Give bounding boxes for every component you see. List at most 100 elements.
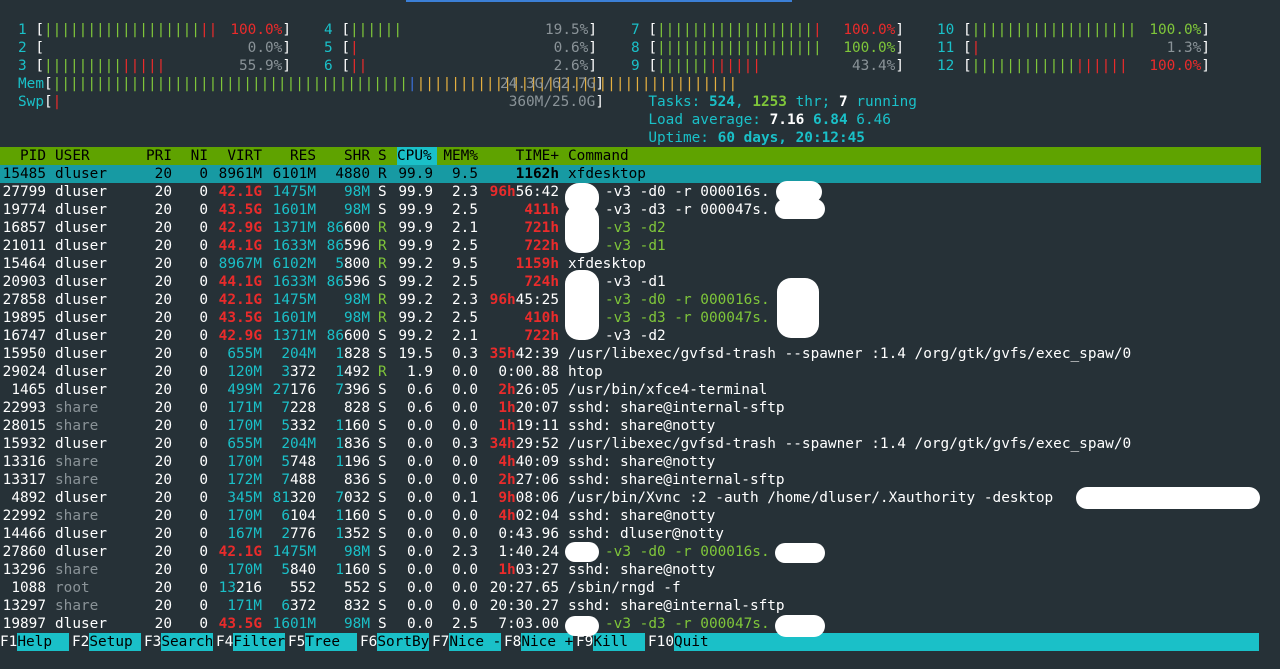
cell-shr: 1196 — [335, 454, 370, 470]
cpu-meter-5: 5 [| 0.6%] — [324, 40, 597, 56]
cell-s: R — [378, 256, 387, 272]
fkey-key: F3 — [144, 634, 162, 650]
process-row[interactable]: 19774 dluser 20 0 43.5G 1601M 98M S 99.9 2.5 411h -… — [0, 201, 1261, 219]
fkey-search-button[interactable]: F3Search — [144, 633, 214, 651]
cpu-bar-user: ||||||||||||||||||| — [971, 22, 1137, 38]
cell-res: 3372 — [281, 364, 316, 380]
column-header-shr[interactable]: SHR — [322, 147, 370, 165]
cell-ni: 0 — [199, 166, 208, 182]
process-row[interactable]: 20903 dluser 20 0 44.1G 1633M 86596 S 99.2 2.5 724… — [0, 273, 1261, 291]
cell-user: share — [55, 508, 99, 524]
cell-ni: 0 — [199, 202, 208, 218]
cpu-meter-4: 4 [|||||| 19.5%] — [324, 22, 597, 38]
cell-user: dluser — [55, 238, 107, 254]
fkey-setup-button[interactable]: F2Setup — [72, 633, 142, 651]
column-header-virt[interactable]: VIRT — [214, 147, 262, 165]
cell-pid: 21011 — [2, 238, 46, 254]
cell-time: 410h — [524, 310, 559, 326]
cell-pri: 20 — [154, 436, 172, 452]
cpu-bar-system: |||||| — [1075, 58, 1128, 74]
cell-time: 4h02:04 — [498, 508, 559, 524]
cell-user: dluser — [55, 382, 107, 398]
cell-cmd: -v3 -d0 -r 000016s. — [605, 544, 770, 560]
process-row[interactable]: 15950 dluser 20 0 655M 204M 1828 S 19.5 0.3 35h42:… — [0, 345, 1261, 363]
column-header-res[interactable]: RES — [268, 147, 316, 165]
process-row[interactable]: 29024 dluser 20 0 120M 3372 1492 R 1.9 0.0 0:00.88… — [0, 363, 1261, 381]
cell-res: 7228 — [281, 400, 316, 416]
process-row[interactable]: 16747 dluser 20 0 42.9G 1371M 86600 S 99.2 2.1 722… — [0, 327, 1261, 345]
cell-user: dluser — [55, 292, 107, 308]
process-row[interactable]: 27860 dluser 20 0 42.1G 1475M 98M S 0.0 2.3 1:40.2… — [0, 543, 1261, 561]
fkey-tree-button[interactable]: F5Tree — [288, 633, 358, 651]
process-table-header[interactable]: PID USER PRI NI VIRT RES SHR S CPU% MEM% TIME+ Comm… — [0, 147, 1261, 165]
fkey-nice-button[interactable]: F8Nice + — [504, 633, 574, 651]
cell-pid: 4892 — [11, 490, 46, 506]
process-row[interactable]: 1465 dluser 20 0 499M 27176 7396 S 0.6 0.0 2h26:05… — [0, 381, 1261, 399]
process-row[interactable]: 21011 dluser 20 0 44.1G 1633M 86596 R 99.9 2.5 722… — [0, 237, 1261, 255]
cell-cpu: 0.0 — [407, 490, 433, 506]
cell-pri: 20 — [154, 562, 172, 578]
cell-user: dluser — [55, 256, 107, 272]
process-row[interactable]: 19897 dluser 20 0 43.5G 1601M 98M S 0.0 2.5 7:03.0… — [0, 615, 1261, 633]
process-row[interactable]: 13317 share 20 0 172M 7488 836 S 0.0 0.0 2h27:06 ss… — [0, 471, 1261, 489]
cpu-percent: 100.0% — [1149, 22, 1202, 38]
cpu-id: 7 — [631, 22, 640, 38]
process-row[interactable]: 13296 share 20 0 170M 5840 1160 S 0.0 0.0 1h03:27 s… — [0, 561, 1261, 579]
column-header-mem[interactable]: MEM% — [440, 147, 478, 165]
process-row[interactable]: 1088 root 20 0 13216 552 552 S 0.0 0.0 20:27.65/sb… — [0, 579, 1261, 597]
process-row[interactable]: 13316 share 20 0 170M 5748 1196 S 0.0 0.0 4h40:09 s… — [0, 453, 1261, 471]
cell-time: 411h — [524, 202, 559, 218]
process-row[interactable]: 13297 share 20 0 171M 6372 832 S 0.0 0.0 20:30.27 s… — [0, 597, 1261, 615]
cell-cmd: -v3 -d1 — [605, 274, 666, 290]
fkey-help-button[interactable]: F1Help — [0, 633, 70, 651]
cpu-percent: 0.0% — [247, 40, 283, 56]
column-header-time[interactable]: TIME+ — [483, 147, 559, 165]
column-header-s[interactable]: S — [378, 147, 388, 165]
process-row[interactable]: 19895 dluser 20 0 43.5G 1601M 98M R 99.2 2.5 410h -… — [0, 309, 1261, 327]
cell-mem: 2.3 — [452, 544, 478, 560]
column-header-user[interactable]: USER — [55, 147, 135, 165]
cpu-bar-system: | — [812, 22, 822, 38]
cpu-id: 10 — [937, 22, 955, 38]
cell-cpu: 1.9 — [407, 364, 433, 380]
process-row[interactable]: 27799 dluser 20 0 42.1G 1475M 98M S 99.9 2.3 96h56… — [0, 183, 1261, 201]
fkey-nice-button[interactable]: F7Nice - — [432, 633, 502, 651]
process-row[interactable]: 22992 share 20 0 170M 6104 1160 S 0.0 0.0 4h02:04 s… — [0, 507, 1261, 525]
fkey-sortby-button[interactable]: F6SortBy — [360, 633, 430, 651]
column-header-cpu[interactable]: CPU% — [397, 147, 437, 165]
process-row[interactable]: 15485 dluser 20 0 8961M 6101M 4880 R 99.9 9.5 1162… — [0, 165, 1261, 183]
cell-cmd: sshd: share@notty — [568, 562, 716, 578]
process-row[interactable]: 28015 share 20 0 170M 5332 1160 S 0.0 0.0 1h19:11 s… — [0, 417, 1261, 435]
fkey-filter-button[interactable]: F4Filter — [216, 633, 286, 651]
column-header-cmd[interactable]: Command — [568, 147, 1258, 165]
process-row[interactable]: 27858 dluser 20 0 42.1G 1475M 98M R 99.2 2.3 96h45… — [0, 291, 1261, 309]
cell-shr: 7396 — [335, 382, 370, 398]
cell-pri: 20 — [154, 220, 172, 236]
process-row[interactable]: 14466 dluser 20 0 167M 2776 1352 S 0.0 0.0 0:43.96… — [0, 525, 1261, 543]
column-header-pid[interactable]: PID — [2, 147, 46, 165]
cell-mem: 0.0 — [452, 472, 478, 488]
cell-ni: 0 — [199, 400, 208, 416]
process-row[interactable]: 16857 dluser 20 0 42.9G 1371M 86600 R 99.9 2.1 721… — [0, 219, 1261, 237]
cell-cpu: 19.5 — [398, 346, 433, 362]
cpu-bar-system: |||||| — [708, 58, 761, 74]
process-row[interactable]: 15932 dluser 20 0 655M 204M 1836 S 0.0 0.3 34h29:5… — [0, 435, 1261, 453]
cell-pri: 20 — [154, 364, 172, 380]
cell-cpu: 0.6 — [407, 400, 433, 416]
column-header-pri[interactable]: PRI — [140, 147, 172, 165]
process-row[interactable]: 15464 dluser 20 0 8967M 6102M 5800 R 99.2 9.5 1159… — [0, 255, 1261, 273]
cell-virt: 170M — [227, 508, 262, 524]
cell-s: R — [378, 238, 387, 254]
column-header-ni[interactable]: NI — [180, 147, 208, 165]
cell-res: 5332 — [281, 418, 316, 434]
cell-pid: 20903 — [2, 274, 46, 290]
cpu-bar-user: |||||||||||||||||| — [657, 22, 813, 38]
fkey-quit-button[interactable]: F10Quit — [648, 633, 1259, 651]
process-row[interactable]: 22993 share 20 0 171M 7228 828 S 0.6 0.0 1h20:07 ss… — [0, 399, 1261, 417]
fkey-key: F6 — [360, 634, 378, 650]
cell-cmd: -v3 -d0 -r 000016s. — [605, 292, 770, 308]
cell-shr: 86600 — [326, 328, 370, 344]
cell-mem: 0.1 — [452, 490, 478, 506]
cell-user: dluser — [55, 544, 107, 560]
process-row[interactable]: 4892 dluser 20 0 345M 81320 7032 S 0.0 0.1 9h08:06… — [0, 489, 1261, 507]
